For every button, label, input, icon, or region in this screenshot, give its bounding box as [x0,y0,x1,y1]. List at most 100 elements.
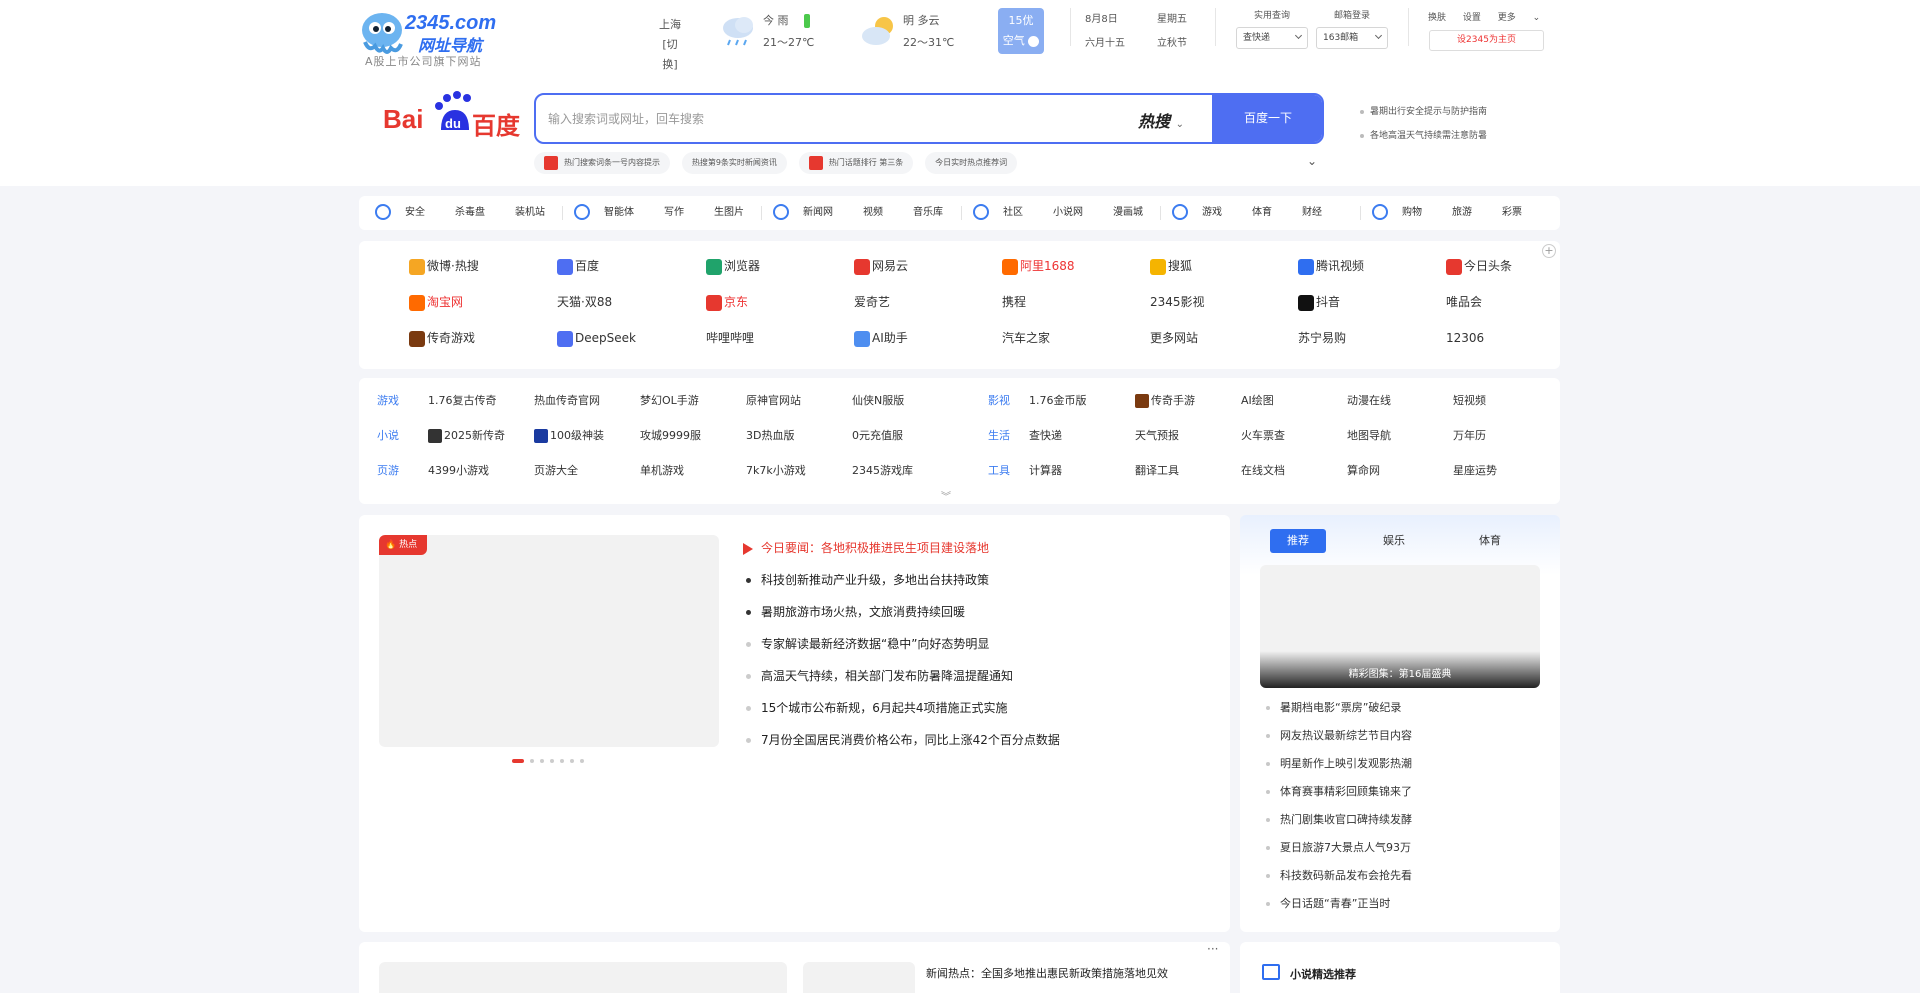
side-list-item[interactable]: 科技数码新品发布会抢先看 [1262,866,1542,894]
news-item[interactable]: 暑期旅游市场火热，文旅消费持续回暖 [735,602,1215,634]
directory-link[interactable]: AI绘图 [1241,392,1274,410]
site-link[interactable]: DeepSeek [557,329,636,347]
settings-link[interactable]: 设置 [1463,13,1481,23]
link-category-label[interactable]: 生活 [988,427,1010,445]
directory-link[interactable]: 在线文档 [1241,462,1285,480]
city-switch[interactable]: 上海 [切换] [658,15,682,75]
site-link[interactable]: 唯品会 [1446,293,1482,311]
mail-select[interactable]: 163邮箱 [1316,27,1388,49]
calendar-extra[interactable]: 星期五 立秋节 [1157,8,1187,56]
news-item[interactable]: 15个城市公布新规，6月起共4项措施正式实施 [735,698,1215,730]
more-link[interactable]: 更多 ⌄ [1498,13,1554,23]
directory-link[interactable]: 原神官网站 [746,392,801,410]
news-item[interactable]: 7月份全国居民消费价格公布，同比上涨42个百分点数据 [735,730,1215,762]
site-link[interactable]: 阿里1688 [1002,257,1075,275]
site-link[interactable]: 苏宁易购 [1298,329,1346,347]
directory-link[interactable]: 动漫在线 [1347,392,1391,410]
category-link[interactable]: 写作 [664,207,684,218]
tab-sports[interactable]: 体育 [1462,529,1518,553]
directory-link[interactable]: 梦幻OL手游 [640,392,699,410]
hot-tag[interactable]: 热搜第9条实时新闻资讯 [681,152,787,174]
carousel-dot[interactable] [530,758,534,763]
side-news-item[interactable]: 各地高温天气持续需注意防暑 [1360,124,1487,148]
link-category-label[interactable]: 页游 [377,462,399,480]
site-link[interactable]: 12306 [1446,329,1484,347]
news-carousel[interactable]: 🔥 热点 [379,535,719,747]
directory-link[interactable]: 地图导航 [1347,427,1391,445]
skin-link[interactable]: 换肤 [1428,13,1446,23]
site-link[interactable]: 天猫·双88 [557,293,612,311]
query-select[interactable]: 查快递 [1236,27,1308,49]
link-category-label[interactable]: 游戏 [377,392,399,410]
directory-link[interactable]: 100级神装 [534,427,604,445]
category-link[interactable]: 装机站 [515,207,545,218]
add-site-icon[interactable]: + [1542,244,1556,258]
category-link[interactable]: 生图片 [714,207,744,218]
side-list-item[interactable]: 暑期档电影“票房”破纪录 [1262,698,1542,726]
site-link[interactable]: 今日头条 [1446,257,1512,275]
calendar[interactable]: 8月8日 六月十五 [1085,8,1125,56]
site-link[interactable]: 腾讯视频 [1298,257,1364,275]
search-button[interactable]: 百度一下 [1212,95,1322,142]
link-category-label[interactable]: 影视 [988,392,1010,410]
directory-link[interactable]: 万年历 [1453,427,1486,445]
side-list-item[interactable]: 热门剧集收官口碑持续发酵 [1262,810,1542,838]
search-input[interactable]: 输入搜索词或网址，回车搜索 [548,110,704,127]
directory-link[interactable]: 页游大全 [534,462,578,480]
directory-link[interactable]: 算命网 [1347,462,1380,480]
site-link[interactable]: 京东 [706,293,748,311]
directory-link[interactable]: 1.76金币版 [1029,392,1087,410]
category-link[interactable]: 杀毒盘 [455,207,485,218]
directory-link[interactable]: 7k7k小游戏 [746,462,806,480]
carousel-dot[interactable] [570,758,574,763]
news-item[interactable]: 高温天气持续，相关部门发布防暑降温提醒通知 [735,666,1215,698]
directory-link[interactable]: 短视频 [1453,392,1486,410]
site-link[interactable]: 网易云 [854,257,908,275]
directory-link[interactable]: 计算器 [1029,462,1062,480]
news-item[interactable]: 科技创新推动产业升级，多地出台扶持政策 [735,570,1215,602]
side-list-item[interactable]: 今日话题“青春”正当时 [1262,894,1542,922]
expand-chevron-icon[interactable]: ︾ [941,488,951,503]
carousel-dot[interactable] [580,758,584,763]
search-box[interactable]: 输入搜索词或网址，回车搜索 热搜 ⌄ 百度一下 [534,93,1324,144]
site-link[interactable]: 更多网站 [1150,329,1198,347]
carousel-dot[interactable] [540,758,544,763]
directory-link[interactable]: 天气预报 [1135,427,1179,445]
directory-link[interactable]: 传奇手游 [1135,392,1195,410]
category-link[interactable]: 购物 [1402,207,1422,218]
category-link[interactable]: 安全 [405,207,425,218]
directory-link[interactable]: 攻城9999服 [640,427,701,445]
category-link[interactable]: 彩票 [1502,207,1522,218]
directory-link[interactable]: 1.76复古传奇 [428,392,497,410]
bottom-image-small[interactable] [803,962,915,993]
directory-link[interactable]: 4399小游戏 [428,462,489,480]
site-link[interactable]: 携程 [1002,293,1026,311]
weather-tomorrow[interactable]: 明 多云 22～31℃ [860,10,980,56]
site-link[interactable]: 百度 [557,257,599,275]
directory-link[interactable]: 2345游戏库 [852,462,913,480]
tab-recommend[interactable]: 推荐 [1270,529,1326,553]
side-list-item[interactable]: 体育赛事精彩回顾集锦来了 [1262,782,1542,810]
directory-link[interactable]: 0元充值服 [852,427,903,445]
site-link[interactable]: 浏览器 [706,257,760,275]
category-link[interactable]: 社区 [1003,207,1023,218]
side-list-item[interactable]: 夏日旅游7大景点人气93万 [1262,838,1542,866]
bottom-news-title[interactable]: 新闻热点：全国多地推出惠民新政策措施落地见效 [926,965,1168,981]
side-feature-image[interactable]: 精彩图集：第16届盛典 [1260,565,1540,688]
site-link[interactable]: 搜狐 [1150,257,1192,275]
carousel-dot[interactable] [560,758,564,763]
category-link[interactable]: 新闻网 [803,207,833,218]
side-list-item[interactable]: 明星新作上映引发观影热潮 [1262,754,1542,782]
hot-tag[interactable]: 热门话题排行 第三条 [798,152,914,174]
tab-entertainment[interactable]: 娱乐 [1366,529,1422,553]
city-switch-link[interactable]: [切换] [658,35,682,75]
site-link[interactable]: 爱奇艺 [854,293,890,311]
category-link[interactable]: 漫画城 [1113,207,1143,218]
site-link[interactable]: AI助手 [854,329,908,347]
set-homepage-button[interactable]: 设2345为主页 [1429,30,1544,51]
category-link[interactable]: 财经 [1302,207,1322,218]
directory-link[interactable]: 2025新传奇 [428,427,505,445]
hot-search-toggle[interactable]: 热搜 ⌄ [1138,108,1184,132]
directory-link[interactable]: 翻译工具 [1135,462,1179,480]
site-link[interactable]: 微博·热搜 [409,257,479,275]
